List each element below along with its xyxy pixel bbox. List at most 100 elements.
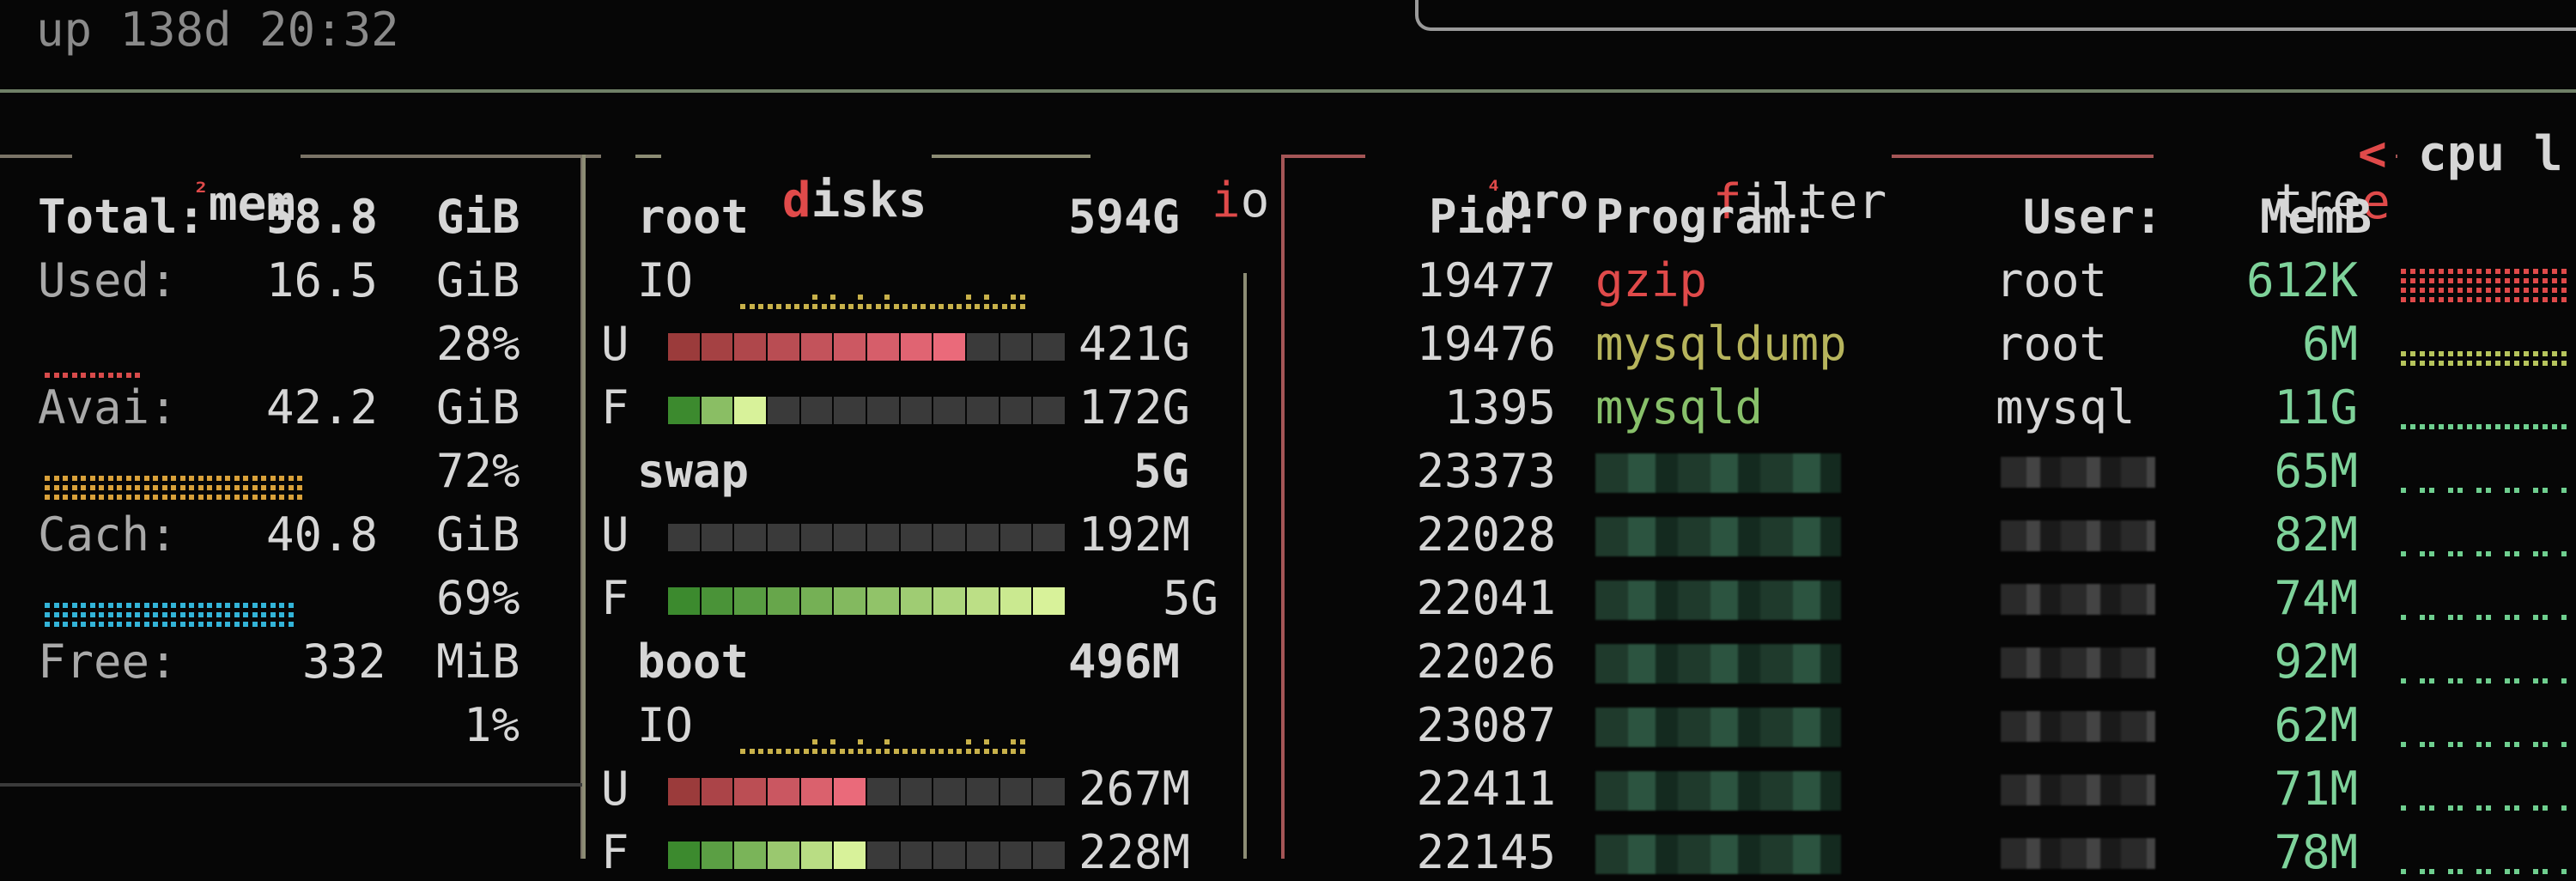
cpu-dot	[2552, 424, 2557, 429]
io-dot	[1001, 304, 1007, 309]
process-pid: 22145	[1416, 825, 1556, 879]
cpu-dot	[2561, 351, 2567, 356]
cpu-dot	[2552, 297, 2557, 302]
cpu-dot	[2401, 278, 2406, 283]
meter-dot	[89, 622, 95, 627]
cpu-dot	[2495, 278, 2500, 283]
column-header-user[interactable]: User:	[2023, 194, 2163, 240]
column-header-program[interactable]: Program:	[1595, 194, 1819, 240]
mem-cache-percent: 69%	[436, 571, 520, 625]
meter-dot	[63, 612, 68, 617]
process-row[interactable]: 22145 78M	[1288, 825, 2567, 881]
meter-dot	[153, 495, 158, 500]
cpu-dot	[2524, 278, 2529, 283]
cpu-dot	[2543, 678, 2548, 684]
meter-dot	[270, 485, 276, 490]
io-dot	[794, 304, 799, 309]
meter-dot	[135, 373, 140, 378]
process-row[interactable]: 19477 gzip root 612K	[1288, 253, 2567, 309]
io-dot	[993, 304, 998, 309]
meter-dot	[171, 612, 176, 617]
io-dot	[821, 304, 827, 309]
disk-root-free-label: F	[601, 380, 629, 434]
cpu-dot	[2552, 278, 2557, 283]
meter-dot	[125, 612, 131, 617]
cpu-dot	[2420, 869, 2425, 874]
meter-dot	[71, 476, 77, 481]
cpu-dot	[2467, 351, 2472, 356]
meter-dot	[171, 476, 176, 481]
cpu-dot	[2476, 424, 2482, 429]
cpu-dot	[2486, 351, 2491, 356]
meter-dot	[89, 495, 95, 500]
cpu-dot	[2476, 805, 2482, 811]
meter-dot	[179, 622, 185, 627]
meter-dot	[63, 495, 68, 500]
bar-segment	[1033, 333, 1066, 361]
cpu-dot	[2448, 488, 2453, 493]
bar-segment	[701, 778, 733, 805]
process-pid: 19477	[1416, 253, 1556, 307]
top-box-corner	[1415, 0, 2576, 31]
cpu-dot	[2467, 288, 2472, 293]
column-header-memb[interactable]: MemB	[2260, 194, 2372, 240]
column-header-pid[interactable]: Pid:	[1429, 194, 1540, 240]
mem-free-percent: 1%	[464, 698, 520, 752]
meter-dot	[189, 495, 194, 500]
cpu-dot	[2439, 361, 2444, 366]
io-dot	[767, 304, 773, 309]
redacted-user	[2001, 520, 2155, 551]
process-row[interactable]: 22028 82M	[1288, 507, 2567, 563]
mem-used-meter	[45, 343, 405, 378]
meter-dot	[161, 622, 167, 627]
meter-dot	[234, 476, 240, 481]
process-row[interactable]: 22411 71M	[1288, 766, 2567, 817]
process-row[interactable]: 22041 74M	[1288, 575, 2567, 627]
process-pid: 22028	[1416, 507, 1556, 562]
meter-dot	[89, 603, 95, 608]
process-row[interactable]: 23373 65M	[1288, 448, 2567, 500]
cpu-dot	[2514, 288, 2519, 293]
process-row[interactable]: 19476 mysqldump root 6M	[1288, 321, 2567, 373]
cpu-dot	[2458, 424, 2463, 429]
meter-dot	[153, 603, 158, 608]
cpu-dot	[2458, 488, 2463, 493]
process-row[interactable]: 23087 62M	[1288, 702, 2567, 754]
io-dot	[857, 749, 863, 754]
bar-segment	[701, 842, 733, 869]
sort-left-button[interactable]: <	[2353, 131, 2392, 179]
mem-total-label: Total:	[38, 190, 206, 244]
meter-dot	[45, 622, 50, 627]
mem-cache-value: 40.8	[266, 507, 379, 562]
meter-dot	[288, 495, 294, 500]
cpu-dot	[2543, 488, 2548, 493]
cpu-dot	[2458, 869, 2463, 874]
meter-dot	[143, 485, 149, 490]
cpu-dot	[2410, 278, 2415, 283]
meter-dot	[189, 612, 194, 617]
cpu-dot	[2495, 288, 2500, 293]
cpu-dot	[2467, 361, 2472, 366]
cpu-column-header[interactable]: cpu l	[2413, 131, 2568, 179]
io-text: o	[1240, 173, 1270, 228]
meter-dot	[243, 485, 248, 490]
process-row[interactable]: 22026 92M	[1288, 639, 2567, 690]
bar-segment	[933, 397, 966, 424]
meter-dot	[135, 622, 140, 627]
disk-boot-free-value: 228M	[1078, 825, 1191, 879]
cpu-dot	[2476, 297, 2482, 302]
process-row[interactable]: 1395 mysqld mysql 11G	[1288, 385, 2567, 436]
meter-dot	[197, 476, 204, 481]
cpu-dot	[2561, 551, 2567, 556]
cpu-dot	[2495, 424, 2500, 429]
meter-dot	[63, 373, 68, 378]
proc-left-line	[1281, 155, 1285, 859]
meter-dot	[53, 622, 59, 627]
meter-dot	[81, 485, 86, 490]
cpu-dot	[2458, 361, 2463, 366]
uptime-label: up 138d 20:32	[36, 3, 399, 57]
meter-dot	[53, 612, 59, 617]
process-cpu-graph	[2401, 392, 2573, 429]
cpu-dot	[2458, 678, 2463, 684]
meter-dot	[279, 603, 284, 608]
